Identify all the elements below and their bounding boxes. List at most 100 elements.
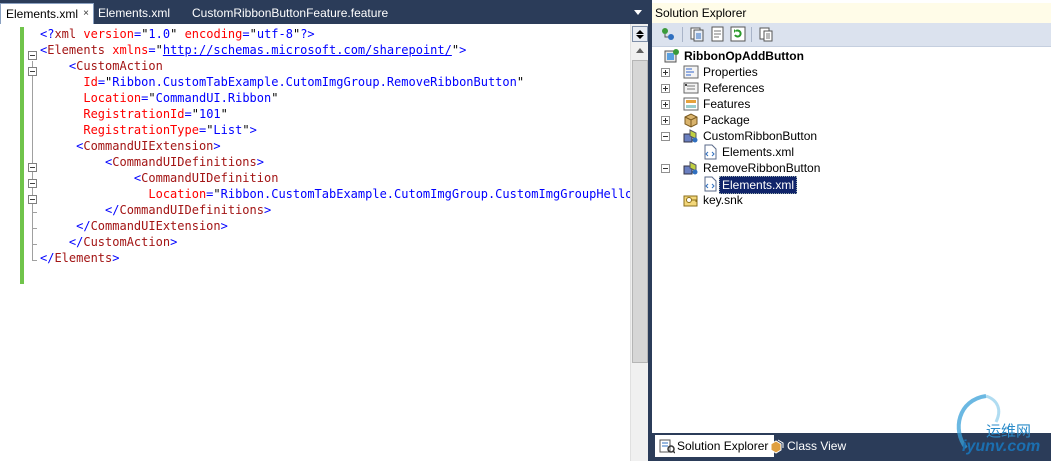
tree-item-customribbonbutton[interactable]: CustomRibbonButton	[652, 128, 1051, 144]
view-designer-icon[interactable]	[758, 26, 774, 42]
code-token: "	[249, 27, 257, 41]
tree-item-label: RibbonOpAddButton	[684, 49, 804, 63]
code-token: Location	[83, 91, 142, 105]
editor-pane[interactable]: <?xml version="1.0" encoding="utf-8"?> <…	[0, 24, 648, 461]
tree-item-features[interactable]: Features	[652, 96, 1051, 112]
solution-explorer-toolbar	[652, 23, 1051, 47]
code-token: CommandUIDefinitions	[112, 155, 257, 169]
split-view-icon[interactable]	[632, 26, 648, 42]
code-token: CommandUIDefinitions	[119, 203, 264, 217]
tree-item-label: References	[703, 81, 765, 95]
tab-customribbonbuttonfeature[interactable]: CustomRibbonButtonFeature.feature	[187, 3, 407, 24]
code-token: xmlns	[112, 43, 149, 57]
solution-tree[interactable]: RibbonOpAddButton Properties References …	[652, 48, 1051, 433]
tree-item-elements-xml-selected[interactable]: Elements.xml	[652, 176, 1051, 194]
scroll-up-icon[interactable]	[632, 43, 648, 59]
code-token: >	[112, 251, 120, 265]
code-token: Elements	[47, 43, 106, 57]
tree-item-elements-xml[interactable]: Elements.xml	[652, 144, 1051, 160]
toolbar-separator	[751, 27, 752, 42]
chevron-down-icon[interactable]	[634, 10, 642, 15]
code-token: Location	[148, 187, 207, 201]
properties-icon	[683, 65, 699, 79]
key-icon	[683, 195, 698, 207]
panel-title: Solution Explorer	[652, 3, 1051, 23]
code-line: </CommandUIDefinitions>	[40, 202, 271, 218]
vertical-scrollbar[interactable]	[630, 24, 648, 461]
tree-item-label: CustomRibbonButton	[703, 129, 818, 143]
code-line: RegistrationType="List">	[40, 122, 256, 138]
tab-elements-xml[interactable]: Elements.xml	[93, 3, 193, 24]
expand-icon[interactable]	[661, 84, 670, 93]
tree-item-package[interactable]: Package	[652, 112, 1051, 128]
tab-class-view[interactable]: Class View	[765, 435, 852, 457]
code-token: >	[263, 203, 272, 217]
code-token: =	[184, 107, 192, 121]
document-tab-bar: Elements.xml × Elements.xml CustomRibbon…	[0, 3, 650, 24]
expand-icon[interactable]	[661, 68, 670, 77]
tree-item-removeribbonbutton[interactable]: RemoveRibbonButton	[652, 160, 1051, 176]
code-line: <CommandUIDefinition	[40, 170, 279, 186]
tree-item-label: Features	[703, 97, 751, 111]
module-icon	[683, 129, 698, 143]
refresh-icon[interactable]	[710, 26, 726, 42]
change-tracking-bar	[20, 27, 24, 284]
code-line: Id= "Ribbon.CustomTabExample.CutomImgGrou…	[40, 74, 524, 90]
package-icon	[684, 113, 698, 128]
code-token: http://schemas.microsoft.com/sharepoint/	[162, 43, 452, 57]
tree-item-properties[interactable]: Properties	[652, 64, 1051, 80]
code-token: </	[40, 235, 84, 249]
code-line: <CommandUIExtension>	[40, 138, 221, 154]
tree-item-references[interactable]: References	[652, 80, 1051, 96]
code-token: CustomAction	[76, 59, 163, 73]
expand-icon[interactable]	[661, 116, 670, 125]
xml-file-icon	[704, 176, 717, 192]
code-token: <	[40, 171, 142, 185]
code-token: utf-8	[256, 27, 293, 41]
code-token: </	[40, 203, 120, 217]
tab-solution-explorer[interactable]: Solution Explorer	[655, 435, 775, 457]
code-token: >	[256, 155, 264, 169]
expand-icon[interactable]	[661, 100, 670, 109]
collapse-icon[interactable]	[661, 164, 670, 173]
project-icon	[664, 49, 679, 63]
code-line: Location="CommandUI.Ribbon"	[40, 90, 278, 106]
close-icon[interactable]: ×	[80, 8, 92, 20]
code-line: <?xml version="1.0" encoding="utf-8"?>	[40, 26, 315, 42]
scroll-thumb[interactable]	[632, 60, 648, 363]
code-line: Location="Ribbon.CustomTabExample.CutomI…	[40, 186, 630, 202]
show-all-files-icon[interactable]	[689, 26, 705, 42]
collapse-icon[interactable]	[661, 132, 670, 141]
tree-item-key-snk[interactable]: key.snk	[652, 192, 1051, 208]
tree-item-project[interactable]: RibbonOpAddButton	[652, 48, 1051, 64]
tab-elements-xml-active[interactable]: Elements.xml ×	[0, 3, 94, 24]
features-icon	[683, 97, 699, 111]
code-token: encoding	[184, 27, 243, 41]
tool-window-tabs: Solution Explorer Class View	[652, 433, 1051, 461]
properties-toolbar-icon[interactable]	[660, 26, 676, 42]
code-token: >	[213, 139, 221, 153]
tab-label: Solution Explorer	[677, 439, 769, 453]
code-token: Elements	[54, 251, 113, 265]
code-token: <	[40, 155, 113, 169]
xml-file-icon	[704, 144, 717, 160]
code-token: RegistrationType	[83, 123, 199, 137]
code-token: "	[191, 107, 199, 121]
solution-explorer-panel: Solution Explorer RibbonOpAddButton Prop…	[652, 0, 1051, 461]
refresh-icon[interactable]	[730, 26, 746, 42]
code-line: </CommandUIExtension>	[40, 218, 228, 234]
code-line: </CustomAction>	[40, 234, 177, 250]
code-token: >	[170, 235, 178, 249]
code-token: xml	[54, 27, 77, 41]
code-token: "	[213, 187, 221, 201]
tab-label: CustomRibbonButtonFeature.feature	[192, 6, 389, 20]
code-token: "	[155, 43, 163, 57]
code-text-area[interactable]: <?xml version="1.0" encoding="utf-8"?> <…	[25, 24, 630, 461]
code-token: version	[83, 27, 134, 41]
